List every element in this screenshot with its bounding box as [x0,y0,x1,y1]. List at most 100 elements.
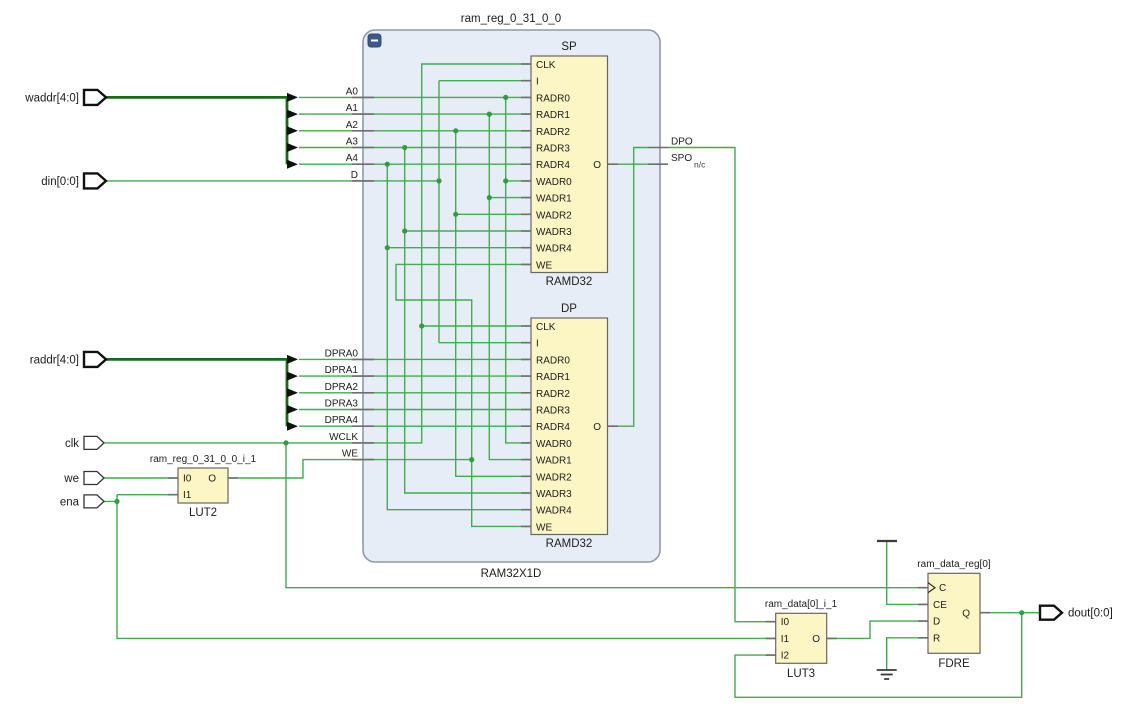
junction-dot [487,195,492,200]
output-port-icon[interactable] [1040,606,1062,620]
fdre-title: ram_data_reg[0] [917,559,991,570]
port-we[interactable]: we [63,472,104,486]
sp-pin-wadr0: WADR0 [536,177,572,188]
lut3-type: LUT3 [787,668,815,680]
port-dout[interactable]: dout[0:0] [1040,606,1113,620]
ram32x1d-block-body[interactable] [363,30,660,562]
junction-dot [402,145,407,150]
sp-pin-radr4: RADR4 [536,160,570,171]
lut3-pin-i1: I1 [781,634,790,645]
junction-dot [419,323,424,328]
sp-pin-we: WE [536,260,552,271]
block-pin-a0: A0 [346,86,359,97]
junction-dot [385,245,390,250]
junction-dot [503,178,508,183]
cell-sp-type: RAMD32 [546,276,593,288]
dp-pin-radr0: RADR0 [536,355,570,366]
port-waddr[interactable]: waddr[4:0] [24,90,106,105]
block-pin-dpra0: DPRA0 [325,348,359,359]
input-port-icon[interactable] [84,90,106,105]
cell-lut3[interactable]: ram_data[0]_i_1 LUT3 I0 I1 I2 O [765,599,838,680]
cell-sp-title: SP [561,41,577,53]
block-pin-spo: SPO [671,153,692,164]
bus-tap-arrow [287,160,298,169]
lut2-type: LUT2 [189,507,217,519]
dp-pin-clk: CLK [536,322,556,333]
junction-dot [436,178,441,183]
sp-pin-radr1: RADR1 [536,110,570,121]
cell-sp-ramd32[interactable]: SP RAMD32 CLK I RADR0 RADR1 RADR2 RADR3 … [531,41,608,288]
cell-lut2[interactable]: ram_reg_0_31_0_0_i_1 LUT2 I0 I1 O [150,454,257,519]
lut2-title: ram_reg_0_31_0_0_i_1 [150,454,257,465]
lut3-title: ram_data[0]_i_1 [765,599,838,610]
dp-pin-o: O [593,422,601,433]
fdre-pin-r: R [933,633,940,644]
block-pin-dpra2: DPRA2 [325,382,359,393]
sp-pin-wadr1: WADR1 [536,194,572,205]
block-pin-dpo: DPO [671,137,693,148]
dp-pin-wadr2: WADR2 [536,472,572,483]
sp-pin-radr3: RADR3 [536,144,570,155]
port-ena[interactable]: ena [60,495,104,509]
sp-pin-clk: CLK [536,60,556,71]
bus-tap-arrow [287,126,298,135]
sp-pin-wadr3: WADR3 [536,227,572,238]
net-vcc-to-ce[interactable] [877,541,928,604]
dp-pin-wadr4: WADR4 [536,506,572,517]
dp-pin-radr4: RADR4 [536,422,570,433]
dp-pin-radr3: RADR3 [536,406,570,417]
cell-fdre[interactable]: ram_data_reg[0] FDRE C CE D R Q [917,559,991,670]
elaborated-design-schematic: ram_reg_0_31_0_0 RAM32X1D SP RAMD32 CLK … [0,0,1132,720]
junction-dot [453,212,458,217]
junction-dot [469,457,474,462]
net-waddr-bus[interactable] [106,93,363,169]
input-port-icon[interactable] [84,436,104,449]
bus-tap-arrow [287,93,298,102]
lut3-pin-i0: I0 [781,617,790,628]
input-port-icon[interactable] [84,495,104,508]
input-port-icon[interactable] [84,173,106,188]
block-pin-dpra4: DPRA4 [325,415,359,426]
port-raddr-label: raddr[4:0] [30,354,79,366]
sp-pin-o: O [593,160,601,171]
cell-dp-title: DP [561,303,577,315]
port-din-label: din[0:0] [41,176,79,188]
sp-pin-radr0: RADR0 [536,93,570,104]
cell-dp-ramd32[interactable]: DP RAMD32 CLK I RADR0 RADR1 RADR2 RADR3 … [531,303,608,550]
ground-symbol [877,670,897,679]
bus-tap-arrow [287,372,298,381]
lut3-pin-o: O [812,634,820,645]
dp-pin-wadr0: WADR0 [536,439,572,450]
sp-pin-wadr2: WADR2 [536,210,572,221]
port-clk[interactable]: clk [65,436,104,450]
port-we-label: we [63,473,79,485]
fdre-pin-d: D [933,617,940,628]
cell-dp-type: RAMD32 [546,538,593,550]
junction-dot [283,440,288,445]
block-pin-we: WE [342,449,358,460]
sp-pin-wadr4: WADR4 [536,244,572,255]
junction-dot [402,228,407,233]
dp-pin-radr1: RADR1 [536,372,570,383]
block-type-label: RAM32X1D [481,568,542,580]
fdre-pin-c: C [939,583,946,594]
net-gnd-to-r[interactable] [877,638,928,679]
block-pin-a4: A4 [346,153,359,164]
junction-dot [453,128,458,133]
bus-tap-arrow [287,143,298,152]
port-waddr-label: waddr[4:0] [24,92,79,104]
block-pin-wclk: WCLK [329,432,358,443]
port-dout-label: dout[0:0] [1068,608,1113,620]
block-pin-a3: A3 [346,137,359,148]
port-din[interactable]: din[0:0] [41,173,106,188]
junction-dot [385,162,390,167]
collapse-button[interactable] [368,34,381,47]
net-lut3-o-to-d[interactable] [827,621,928,638]
port-raddr[interactable]: raddr[4:0] [30,352,106,367]
input-port-icon[interactable] [84,352,106,367]
block-title: ram_reg_0_31_0_0 [461,13,561,25]
input-port-icon[interactable] [84,472,104,485]
dp-pin-wadr3: WADR3 [536,489,572,500]
lut3-pin-i2: I2 [781,651,790,662]
schematic-canvas: ram_reg_0_31_0_0 RAM32X1D SP RAMD32 CLK … [0,0,1132,720]
